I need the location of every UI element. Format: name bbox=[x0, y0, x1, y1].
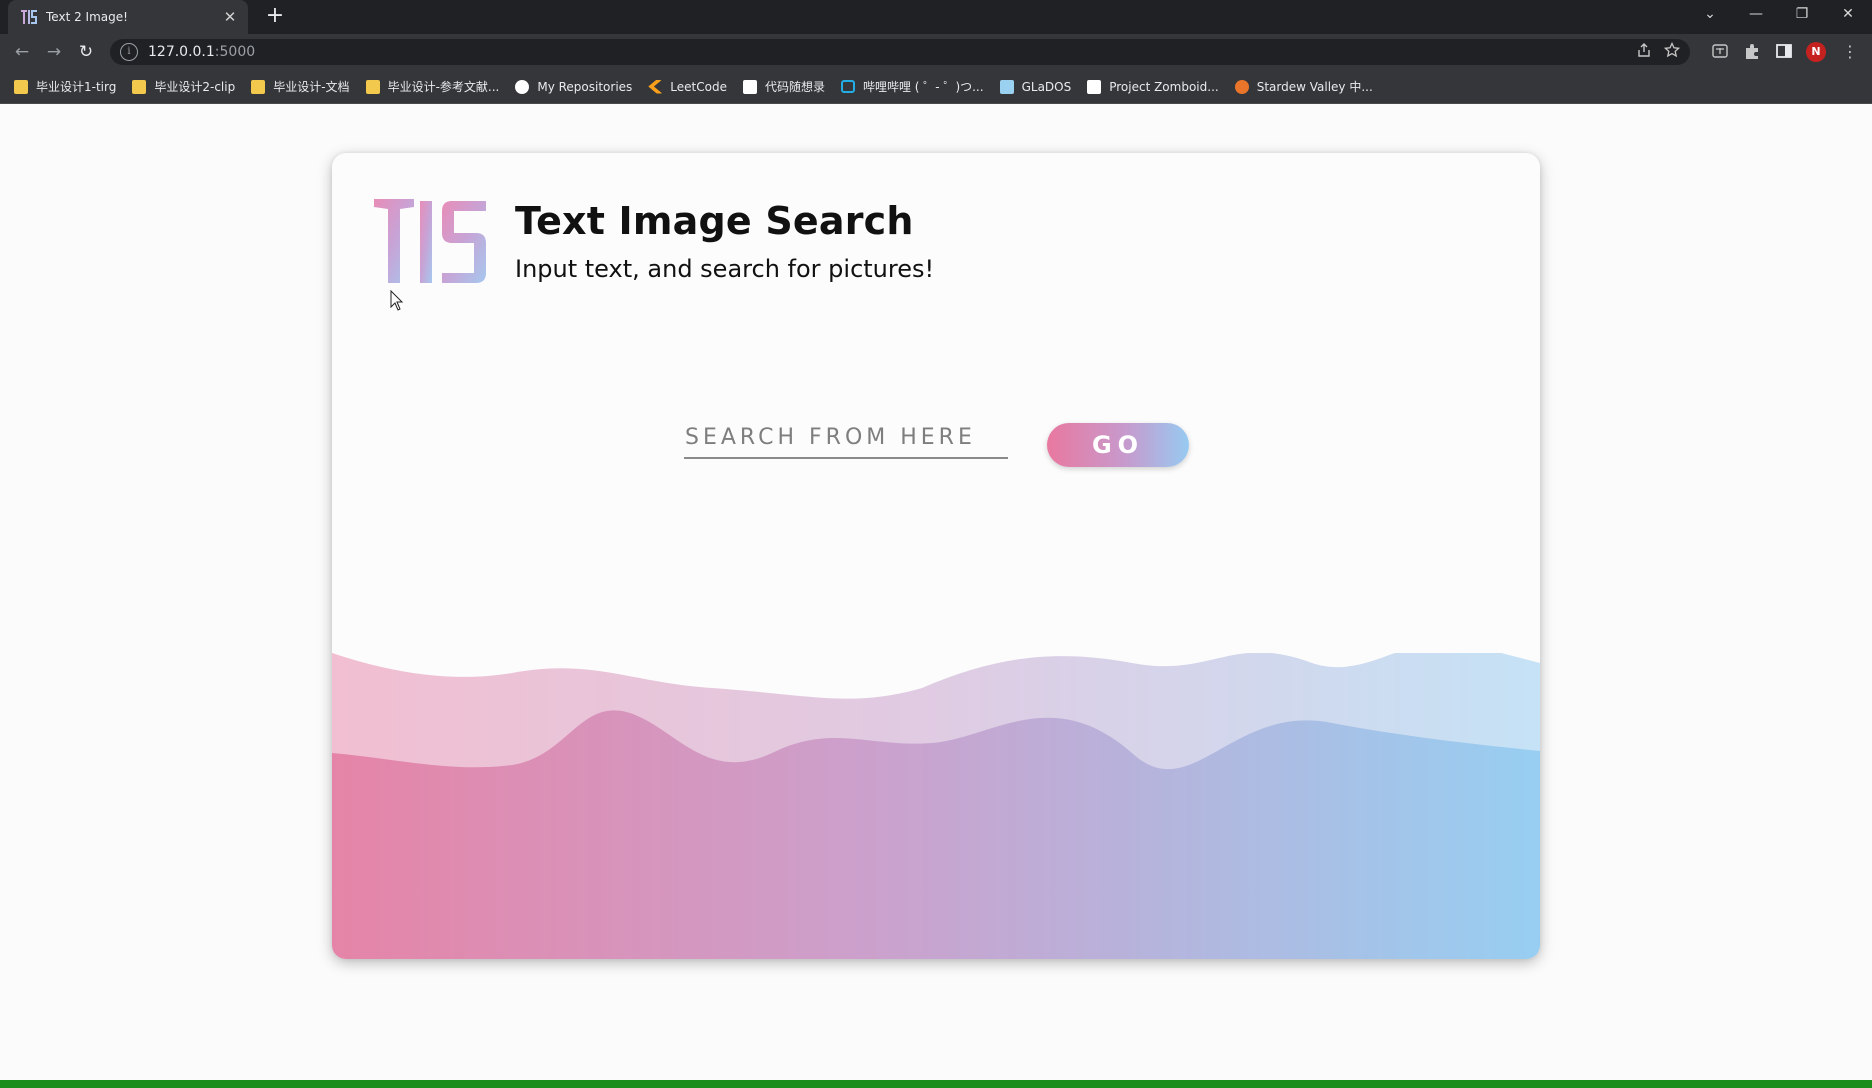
bookmark-item[interactable]: LeetCode bbox=[648, 79, 727, 94]
bookmark-label: My Repositories bbox=[537, 79, 633, 94]
share-icon[interactable] bbox=[1634, 42, 1654, 62]
url-port: :5000 bbox=[214, 44, 256, 60]
reload-button[interactable]: ↻ bbox=[74, 40, 98, 64]
bookmark-item[interactable]: Stardew Valley 中... bbox=[1234, 78, 1373, 95]
menu-kebab-icon[interactable]: ⋮ bbox=[1840, 42, 1860, 62]
browser-tab[interactable]: Text 2 Image! ✕ bbox=[8, 0, 248, 34]
bookmark-label: 哔哩哔哩 ( ゜- ゜)つ... bbox=[862, 80, 984, 94]
extensions-icon[interactable] bbox=[1742, 42, 1762, 62]
translate-icon[interactable] bbox=[1710, 42, 1730, 62]
page-icon bbox=[1087, 79, 1102, 94]
forward-button[interactable]: → bbox=[42, 40, 66, 64]
close-tab-icon[interactable]: ✕ bbox=[220, 8, 240, 26]
bookmark-star-icon[interactable] bbox=[1662, 41, 1682, 62]
bookmark-label: GLaDOS bbox=[1021, 79, 1072, 94]
glados-icon bbox=[999, 79, 1014, 94]
mouse-cursor-icon bbox=[390, 290, 404, 311]
page-subtitle: Input text, and search for pictures! bbox=[515, 255, 935, 283]
bookmark-item[interactable]: Project Zomboid... bbox=[1087, 79, 1219, 94]
bookmark-item[interactable]: 毕业设计-文档 bbox=[251, 78, 350, 95]
bookmarks-bar: 毕业设计1-tirg 毕业设计2-clip 毕业设计-文档 毕业设计-参考文献.… bbox=[0, 70, 1872, 104]
tab-strip: Text 2 Image! ✕ + ⌄ — ❐ ✕ bbox=[0, 0, 1872, 34]
search-input[interactable] bbox=[684, 419, 1008, 455]
address-bar[interactable]: i 127.0.0.1 :5000 bbox=[110, 39, 1690, 65]
folder-icon bbox=[365, 79, 380, 94]
github-icon bbox=[515, 79, 530, 94]
leetcode-icon bbox=[648, 79, 663, 94]
folder-icon bbox=[251, 79, 266, 94]
bookmark-item[interactable]: GLaDOS bbox=[999, 79, 1072, 94]
side-panel-icon[interactable] bbox=[1774, 42, 1794, 62]
tis-logo bbox=[374, 199, 486, 283]
minimize-button[interactable]: — bbox=[1734, 0, 1778, 30]
bottom-strip bbox=[0, 1080, 1872, 1088]
folder-icon bbox=[132, 79, 147, 94]
profile-avatar[interactable]: N bbox=[1806, 42, 1826, 62]
bookmark-label: LeetCode bbox=[670, 79, 727, 94]
bookmark-label: 毕业设计-参考文献... bbox=[387, 80, 500, 94]
bookmark-item[interactable]: My Repositories bbox=[515, 79, 633, 94]
tab-search-icon[interactable]: ⌄ bbox=[1688, 0, 1732, 30]
code-book-icon bbox=[742, 79, 757, 94]
bookmark-label: Project Zomboid... bbox=[1109, 79, 1219, 94]
bilibili-icon bbox=[840, 80, 855, 93]
bookmark-item[interactable]: 毕业设计1-tirg bbox=[14, 78, 116, 95]
close-window-button[interactable]: ✕ bbox=[1826, 0, 1870, 30]
tab-title: Text 2 Image! bbox=[46, 10, 128, 24]
bookmark-item[interactable]: 代码随想录 bbox=[742, 78, 825, 95]
restore-button[interactable]: ❐ bbox=[1780, 0, 1824, 30]
search-card: Text Image Search Input text, and search… bbox=[332, 153, 1540, 959]
browser-toolbar: ← → ↻ i 127.0.0.1 :5000 N ⋮ bbox=[0, 34, 1872, 70]
back-button[interactable]: ← bbox=[10, 40, 34, 64]
bookmark-label: 毕业设计-文档 bbox=[273, 80, 350, 94]
stardew-icon bbox=[1234, 79, 1249, 94]
bookmark-item[interactable]: 毕业设计-参考文献... bbox=[365, 78, 500, 95]
bookmark-item[interactable]: 毕业设计2-clip bbox=[132, 78, 235, 95]
site-info-icon[interactable]: i bbox=[120, 43, 138, 61]
folder-icon bbox=[14, 79, 28, 94]
new-tab-button[interactable]: + bbox=[262, 3, 288, 29]
bookmark-label: Stardew Valley 中... bbox=[1256, 80, 1373, 94]
search-field bbox=[684, 419, 1008, 459]
bookmark-label: 毕业设计2-clip bbox=[154, 80, 236, 94]
go-button[interactable]: GO bbox=[1047, 423, 1189, 467]
bookmark-item[interactable]: 哔哩哔哩 ( ゜- ゜)つ... bbox=[840, 78, 984, 95]
url-host: 127.0.0.1 bbox=[148, 44, 215, 60]
page-title: Text Image Search bbox=[515, 199, 914, 243]
bookmark-label: 毕业设计1-tirg bbox=[36, 80, 117, 94]
tis-favicon-icon bbox=[21, 10, 37, 24]
decorative-waves bbox=[332, 653, 1540, 959]
bookmark-label: 代码随想录 bbox=[764, 80, 825, 94]
